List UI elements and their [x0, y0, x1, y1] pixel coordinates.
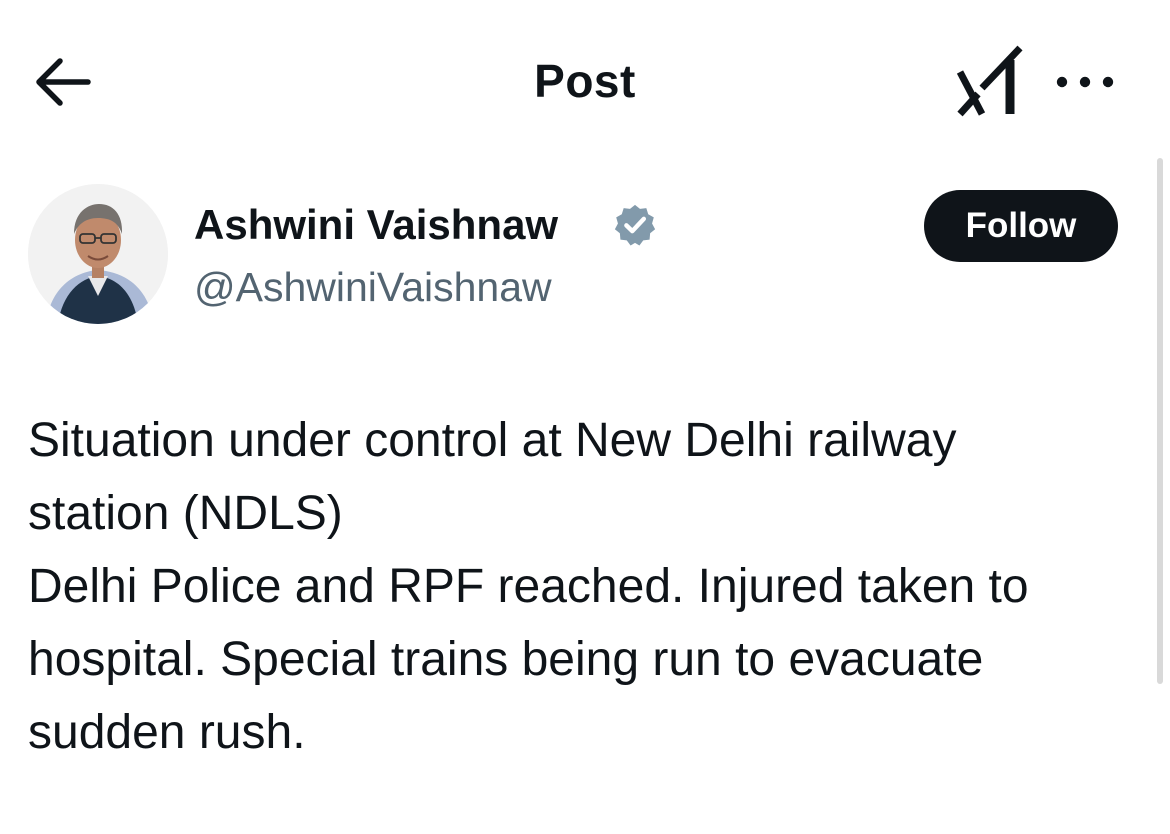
avatar[interactable]	[28, 184, 168, 324]
post-text-line: hospital. Special trains being run to ev…	[28, 633, 984, 686]
post-text: Situation under control at New Delhi rai…	[28, 404, 1153, 769]
post-text-line: Situation under control at New Delhi rai…	[28, 414, 957, 467]
author-handle[interactable]: @AshwiniVaishnaw	[194, 262, 552, 312]
follow-button[interactable]: Follow	[924, 190, 1118, 262]
more-horizontal-icon	[1056, 76, 1114, 88]
author-display-name[interactable]: Ashwini Vaishnaw	[194, 200, 558, 250]
verified-badge-icon	[614, 204, 656, 246]
verified-badge	[612, 202, 658, 248]
grok-button[interactable]	[952, 42, 1028, 120]
more-options-button[interactable]	[1052, 62, 1118, 102]
post-text-line: sudden rush.	[28, 706, 306, 759]
scrollbar[interactable]	[1157, 158, 1163, 684]
grok-icon	[956, 45, 1023, 117]
profile-photo	[28, 184, 168, 324]
post-text-line: station (NDLS)	[28, 487, 343, 540]
post-text-line: Delhi Police and RPF reached. Injured ta…	[28, 560, 1029, 613]
top-navigation-bar: Post	[0, 0, 1170, 160]
